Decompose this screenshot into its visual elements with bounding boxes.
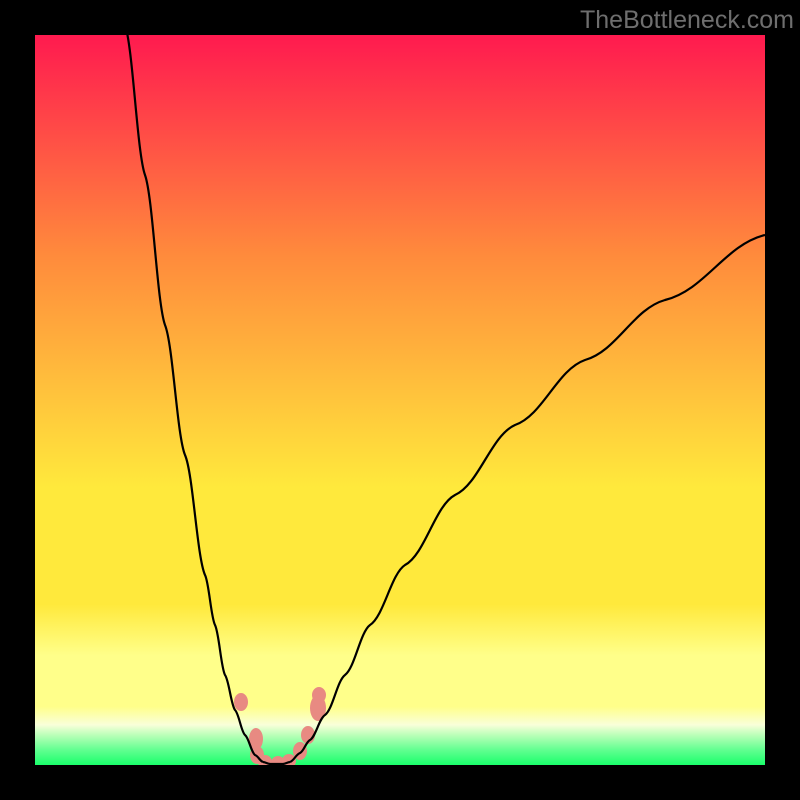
scatter-dots <box>234 687 326 765</box>
curve-left-branch <box>125 35 263 762</box>
scatter-dot <box>312 687 326 703</box>
scatter-dot <box>234 693 248 711</box>
curve-right-branch <box>290 235 765 762</box>
watermark-text: TheBottleneck.com <box>580 6 794 35</box>
curve-layer <box>35 35 765 765</box>
chart-area <box>35 35 765 765</box>
